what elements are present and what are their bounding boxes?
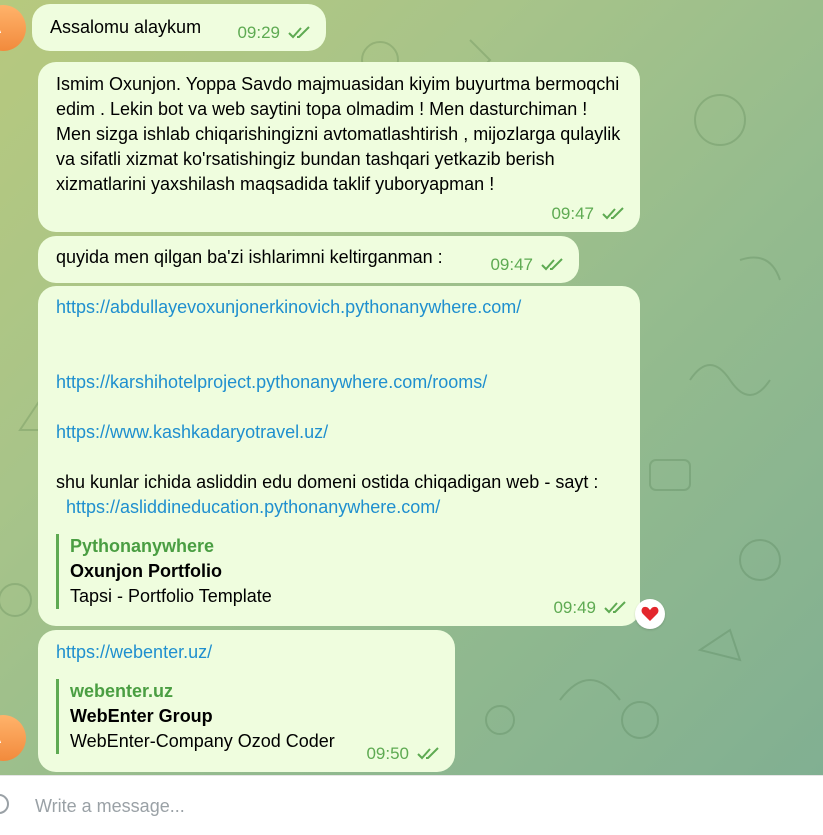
avatar-initials: DA xyxy=(0,728,2,748)
message-composer: Write a message... xyxy=(0,775,823,835)
avatar-initials: DA xyxy=(0,18,2,38)
message-link[interactable]: https://abdullayevoxunjonerkinovich.pyth… xyxy=(56,297,521,317)
message-text: quyida men qilgan ba'zi ishlarimni kelti… xyxy=(56,247,443,267)
message-time: 09:50 xyxy=(366,744,409,763)
preview-site: webenter.uz xyxy=(70,681,174,701)
preview-description: Tapsi - Portfolio Template xyxy=(70,586,272,606)
message-time: 09:29 xyxy=(237,23,280,42)
message-meta: 09:49 xyxy=(553,595,628,620)
message-time: 09:47 xyxy=(551,204,594,223)
double-check-icon xyxy=(541,257,565,272)
message-time: 09:47 xyxy=(490,255,533,274)
link-preview[interactable]: Pythonanywhere Oxunjon Portfolio Tapsi -… xyxy=(56,534,622,609)
message-bubble[interactable]: Ismim Oxunjon. Yoppa Savdo majmuasidan k… xyxy=(38,62,640,232)
message-text: Ismim Oxunjon. Yoppa Savdo majmuasidan k… xyxy=(56,74,621,194)
message-bubble[interactable]: https://webenter.uz/ webenter.uz WebEnte… xyxy=(38,630,455,772)
message-bubble[interactable]: quyida men qilgan ba'zi ishlarimni kelti… xyxy=(38,236,579,283)
double-check-icon xyxy=(288,25,312,40)
message-time: 09:49 xyxy=(553,598,596,617)
message-input[interactable]: Write a message... xyxy=(35,796,185,817)
message-link[interactable]: https://www.kashkadaryotravel.uz/ xyxy=(56,422,328,442)
message-text: shu kunlar ichida asliddin edu domeni os… xyxy=(56,472,599,492)
chat-area: DA DA Assalomu alaykum 09:29 Ismim Oxunj… xyxy=(0,0,823,775)
reaction-heart-icon[interactable] xyxy=(635,599,665,629)
emoji-icon[interactable] xyxy=(0,793,10,820)
message-meta: 09:47 xyxy=(490,252,565,277)
double-check-icon xyxy=(602,206,626,221)
message-link[interactable]: https://webenter.uz/ xyxy=(56,642,212,662)
preview-site: Pythonanywhere xyxy=(70,536,215,556)
message-bubble[interactable]: https://abdullayevoxunjonerkinovich.pyth… xyxy=(38,286,640,626)
message-bubble[interactable]: Assalomu alaykum 09:29 xyxy=(32,4,326,51)
message-meta: 09:47 xyxy=(551,201,626,226)
message-link[interactable]: https://karshihotelproject.pythonanywher… xyxy=(56,372,487,392)
double-check-icon xyxy=(417,746,441,761)
message-meta: 09:50 xyxy=(366,741,441,766)
preview-title: Oxunjon Portfolio xyxy=(70,561,222,581)
message-meta: 09:29 xyxy=(237,20,312,45)
message-link[interactable]: https://asliddineducation.pythonanywhere… xyxy=(66,497,440,517)
preview-title: WebEnter Group xyxy=(70,706,213,726)
double-check-icon xyxy=(604,600,628,615)
